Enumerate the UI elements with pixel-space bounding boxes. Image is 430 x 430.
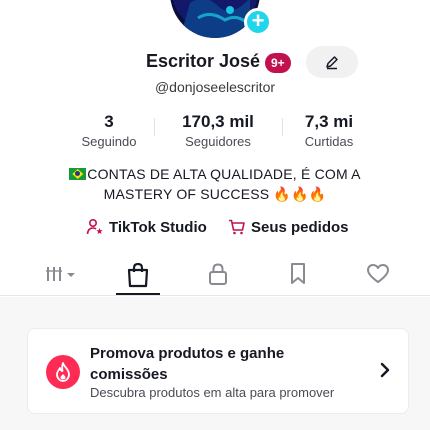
name-row: Escritor José 9+: [0, 46, 430, 78]
notification-badge[interactable]: 9+: [265, 53, 291, 73]
tiktok-studio-link[interactable]: TikTok Studio: [86, 218, 207, 236]
stat-label: Curtidas: [304, 134, 354, 149]
edit-profile-button[interactable]: [306, 46, 358, 78]
stat-divider: [154, 118, 155, 136]
profile-stats: 3 Seguindo 170,3 mil Seguidores 7,3 mi C…: [0, 112, 430, 152]
bio-line-1: CONTAS DE ALTA QUALIDADE, É COM A: [87, 166, 361, 182]
promo-title: Promova produtos e ganhe comissões: [90, 345, 285, 383]
active-tab-indicator: [116, 293, 160, 295]
add-story-button[interactable]: +: [244, 8, 272, 36]
brazil-flag-icon: [69, 168, 87, 180]
display-name: Escritor José: [146, 51, 261, 71]
shopping-bag-icon: [127, 262, 149, 288]
stat-label: Seguidores: [185, 134, 251, 149]
stat-value: 7,3 mi: [304, 112, 354, 131]
tab-grid[interactable]: [36, 258, 86, 294]
link-label: TikTok Studio: [109, 218, 207, 236]
chevron-right-icon: [378, 361, 392, 384]
promo-card[interactable]: Promova produtos e ganhe comissões Descu…: [27, 328, 409, 414]
link-label: Seus pedidos: [251, 218, 349, 236]
avatar-area: +: [170, 0, 272, 38]
promo-subtitle: Descubra produtos em alta para promover: [90, 385, 335, 400]
tab-private[interactable]: [193, 258, 243, 294]
bookmark-icon: [291, 263, 305, 284]
heart-icon: [367, 264, 389, 283]
profile-links: TikTok Studio Seus pedidos: [0, 218, 430, 240]
stat-following[interactable]: 3 Seguindo: [72, 112, 146, 149]
username-handle: @donjoseelescritor: [154, 79, 276, 95]
pencil-icon: [326, 56, 338, 70]
tab-liked[interactable]: [353, 258, 403, 294]
bio-line-2: MASTERY OF SUCCESS 🔥🔥🔥: [103, 186, 327, 202]
person-star-icon: [86, 218, 103, 235]
grid-bars-icon: [46, 267, 75, 281]
flame-icon: [56, 362, 70, 382]
profile-bio: CONTAS DE ALTA QUALIDADE, É COM A MASTER…: [0, 164, 430, 204]
profile-tabs: [0, 258, 430, 296]
stat-label: Seguindo: [81, 134, 137, 149]
lock-icon: [209, 263, 227, 285]
cart-icon: [229, 219, 245, 235]
stat-value: 170,3 mil: [182, 112, 254, 131]
stat-likes[interactable]: 7,3 mi Curtidas: [293, 112, 365, 149]
stat-value: 3: [104, 112, 114, 131]
stat-followers[interactable]: 170,3 mil Seguidores: [167, 112, 269, 149]
tab-shop[interactable]: [113, 258, 163, 294]
tab-saved[interactable]: [273, 258, 323, 294]
my-orders-link[interactable]: Seus pedidos: [228, 218, 349, 236]
promo-icon-badge: [46, 355, 80, 389]
stat-divider: [282, 118, 283, 136]
